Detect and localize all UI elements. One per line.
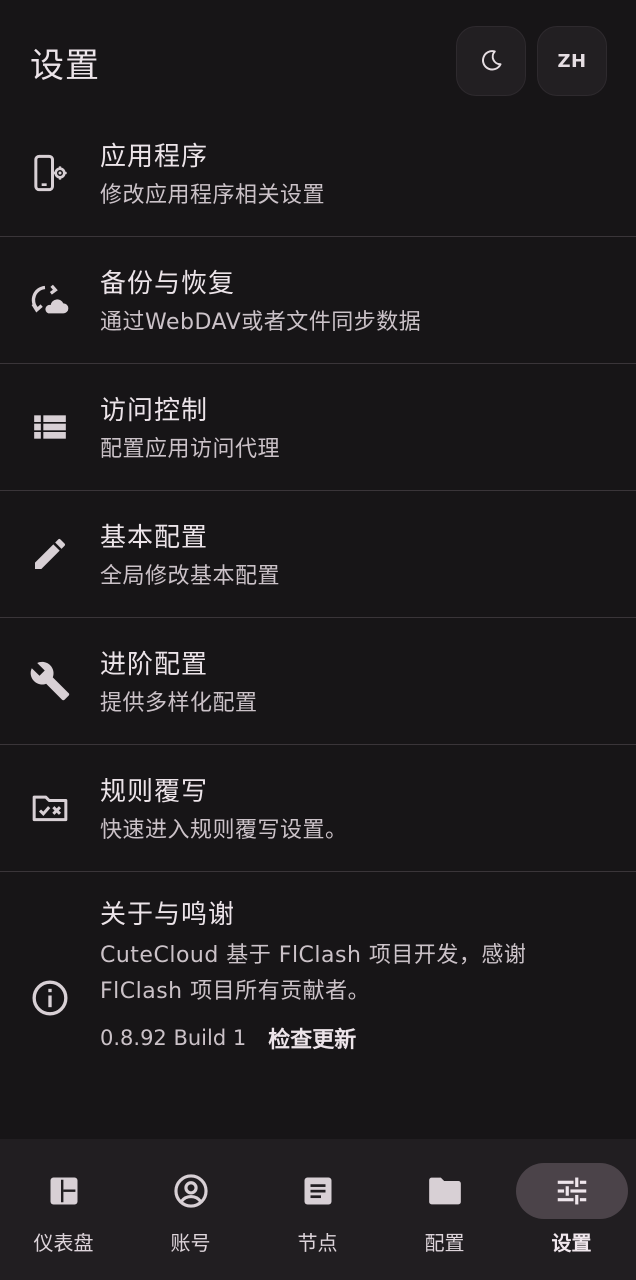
info-icon: [28, 976, 72, 1020]
check-update-link[interactable]: 检查更新: [268, 1022, 356, 1054]
nav-account[interactable]: 账号: [127, 1139, 254, 1280]
view-list-icon: [28, 405, 72, 449]
moon-icon: [482, 50, 502, 71]
settings-item-title: 进阶配置: [100, 650, 209, 680]
settings-item-about: 关于与鸣谢 CuteCloud 基于 FlClash 项目开发，感谢 FlCla…: [0, 872, 636, 1102]
theme-toggle-button[interactable]: [456, 26, 526, 96]
settings-item-backup[interactable]: 备份与恢复 通过WebDAV或者文件同步数据: [0, 237, 636, 364]
settings-item-title: 基本配置: [100, 523, 209, 553]
nav-label: 仪表盘: [33, 1231, 94, 1255]
bottom-navigation: 仪表盘 账号 节点 配置 设置: [0, 1139, 636, 1280]
nav-nodes[interactable]: 节点: [254, 1139, 381, 1280]
language-label: ZH: [557, 50, 587, 72]
pencil-icon: [28, 532, 72, 576]
page-title: 设置: [30, 46, 100, 86]
settings-list: 应用程序 修改应用程序相关设置 备份与恢复 通过WebDAV或者文件同步数据 访…: [0, 110, 636, 1102]
settings-item-subtitle: 快速进入规则覆写设置。: [100, 818, 348, 843]
settings-item-access-control[interactable]: 访问控制 配置应用访问代理: [0, 364, 636, 491]
nav-label: 设置: [551, 1231, 592, 1255]
phone-settings-icon: [28, 151, 72, 195]
settings-item-application[interactable]: 应用程序 修改应用程序相关设置: [0, 110, 636, 237]
settings-item-title: 备份与恢复: [100, 269, 236, 299]
settings-item-title: 应用程序: [100, 142, 209, 172]
settings-item-subtitle: 通过WebDAV或者文件同步数据: [100, 310, 422, 335]
article-icon: [304, 1177, 331, 1205]
nav-config[interactable]: 配置: [381, 1139, 508, 1280]
version-label: 0.8.92 Build 1: [100, 1026, 247, 1050]
cloud-sync-icon: [28, 278, 72, 322]
tune-icon: [557, 1177, 586, 1205]
folder-check-icon: [28, 786, 72, 830]
app-header: 设置 ZH: [0, 0, 636, 124]
settings-item-subtitle: 提供多样化配置: [100, 691, 258, 716]
settings-item-subtitle: 修改应用程序相关设置: [100, 183, 326, 208]
settings-item-title: 规则覆写: [100, 777, 209, 807]
about-description: CuteCloud 基于 FlClash 项目开发，感谢 FlClash 项目所…: [100, 943, 527, 1004]
about-title: 关于与鸣谢: [100, 900, 236, 930]
settings-item-title: 访问控制: [100, 396, 209, 426]
dashboard-icon: [50, 1177, 77, 1205]
nav-label: 节点: [297, 1231, 338, 1255]
settings-item-advanced-config[interactable]: 进阶配置 提供多样化配置: [0, 618, 636, 745]
language-button[interactable]: ZH: [537, 26, 607, 96]
settings-item-rule-override[interactable]: 规则覆写 快速进入规则覆写设置。: [0, 745, 636, 872]
folder-icon: [428, 1177, 461, 1205]
account-icon: [173, 1174, 208, 1208]
settings-item-subtitle: 全局修改基本配置: [100, 564, 281, 589]
settings-item-subtitle: 配置应用访问代理: [100, 437, 281, 462]
wrench-icon: [28, 659, 72, 703]
settings-item-basic-config[interactable]: 基本配置 全局修改基本配置: [0, 491, 636, 618]
nav-label: 账号: [170, 1231, 211, 1255]
nav-label: 配置: [424, 1231, 465, 1255]
nav-settings[interactable]: 设置: [508, 1139, 635, 1280]
nav-dashboard[interactable]: 仪表盘: [0, 1139, 127, 1280]
